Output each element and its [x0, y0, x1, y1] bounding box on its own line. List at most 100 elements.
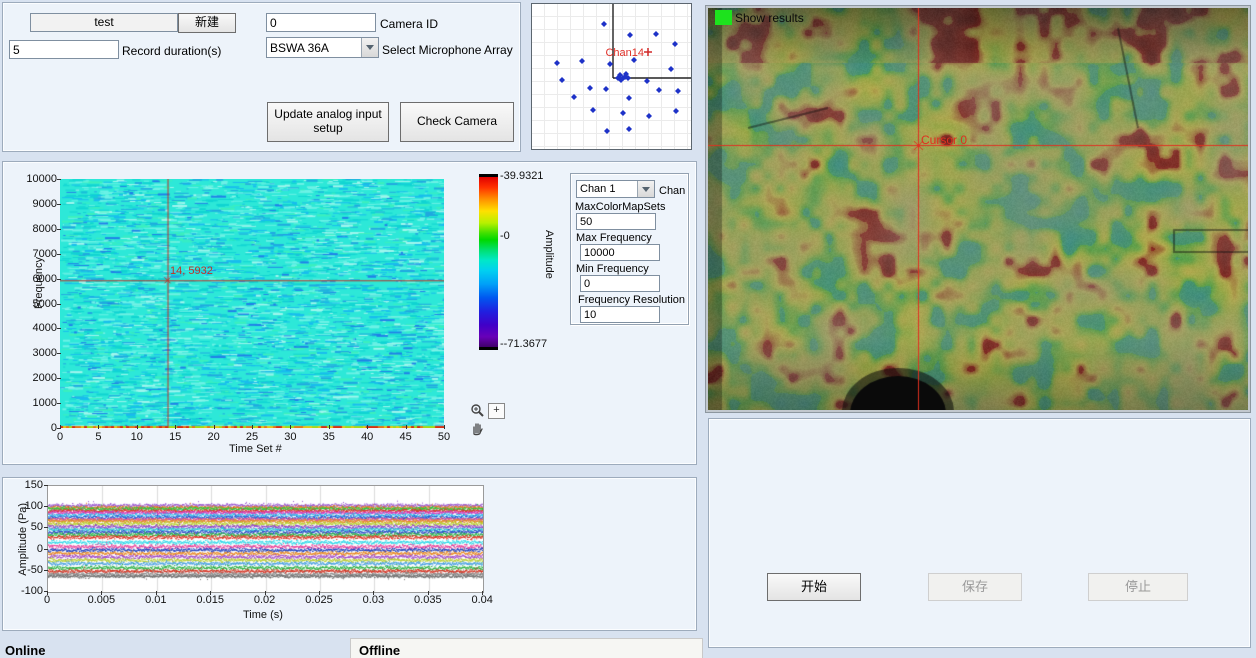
acquisition-settings-panel: test 新建 Record duration(s) Camera ID BSW… — [2, 2, 521, 152]
mic-array-chan-label: Chan14 — [605, 47, 644, 59]
show-results-label: Show results — [735, 11, 804, 25]
axis-tick-mark — [137, 425, 138, 429]
colorbar-min-label: --71.3677 — [500, 338, 547, 350]
record-duration-label: Record duration(s) — [122, 44, 221, 58]
camera-view[interactable]: Show results Cursor 0 — [708, 8, 1248, 410]
axis-tick-label: 9000 — [11, 198, 57, 210]
stop-button[interactable]: 停止 — [1088, 573, 1188, 601]
spectrogram-panel: Frequency 14, 5932 Time Set # -39.9321 -… — [2, 161, 697, 465]
max-frequency-input[interactable] — [580, 244, 660, 261]
waveform-panel: Amplitude (Pa) Time (s) 150100500-50-100… — [2, 477, 697, 631]
axis-tick-mark — [101, 591, 102, 595]
offline-status-label: Offline — [359, 643, 400, 658]
axis-tick-mark — [444, 425, 445, 429]
chan-selected-value: Chan 1 — [577, 182, 637, 196]
axis-tick-mark — [44, 549, 48, 550]
axis-tick-mark — [210, 591, 211, 595]
offline-status-strip: Offline — [350, 638, 703, 658]
colorbar-mid-label: -0 — [500, 230, 510, 242]
chevron-down-icon[interactable] — [361, 38, 378, 57]
waveform-canvas[interactable] — [47, 485, 484, 593]
axis-tick-label: 5 — [84, 431, 112, 443]
axis-tick-mark — [57, 378, 61, 379]
axis-tick-label: 5000 — [11, 298, 57, 310]
axis-tick-label: 30 — [276, 431, 304, 443]
axis-tick-label: 4000 — [11, 322, 57, 334]
waveform-xlabel: Time (s) — [243, 609, 283, 621]
frequency-resolution-label: Frequency Resolution — [578, 294, 685, 306]
axis-tick-label: 15 — [161, 431, 189, 443]
axis-tick-label: 0.04 — [464, 594, 500, 606]
axis-tick-mark — [214, 425, 215, 429]
axis-tick-label: 50 — [7, 521, 43, 533]
axis-tick-mark — [252, 425, 253, 429]
axis-tick-label: 0 — [29, 594, 65, 606]
axis-tick-mark — [57, 353, 61, 354]
spectrogram-xlabel: Time Set # — [229, 443, 282, 455]
axis-tick-mark — [47, 591, 48, 595]
axis-tick-label: 100 — [7, 500, 43, 512]
save-button[interactable]: 保存 — [928, 573, 1022, 601]
axis-tick-mark — [57, 328, 61, 329]
camera-id-label: Camera ID — [380, 17, 438, 31]
check-camera-button[interactable]: Check Camera — [400, 102, 514, 142]
display-settings-cluster: Chan 1 Chan MaxColorMapSets Max Frequenc… — [570, 173, 689, 325]
cursor-tool-icon[interactable]: + — [488, 403, 505, 419]
axis-tick-mark — [319, 591, 320, 595]
zoom-tool-icon[interactable] — [470, 403, 485, 423]
axis-tick-label: 0.025 — [301, 594, 337, 606]
axis-tick-mark — [44, 527, 48, 528]
axis-tick-label: 0.02 — [247, 594, 283, 606]
axis-tick-label: 35 — [315, 431, 343, 443]
min-frequency-label: Min Frequency — [576, 263, 649, 275]
maxcolormapsets-input[interactable] — [576, 213, 656, 230]
axis-tick-label: 6000 — [11, 273, 57, 285]
axis-tick-mark — [44, 506, 48, 507]
camera-id-input[interactable] — [266, 13, 376, 32]
axis-tick-label: 40 — [353, 431, 381, 443]
mic-array-label: Select Microphone Array — [382, 43, 513, 57]
axis-tick-label: 150 — [7, 479, 43, 491]
maxcolormapsets-label: MaxColorMapSets — [575, 201, 665, 213]
mic-array-select[interactable]: BSWA 36A — [266, 37, 379, 58]
min-frequency-input[interactable] — [580, 275, 660, 292]
axis-tick-label: 1000 — [11, 397, 57, 409]
chan-select[interactable]: Chan 1 — [576, 180, 655, 198]
axis-tick-mark — [367, 425, 368, 429]
axis-tick-label: 2000 — [11, 372, 57, 384]
acoustic-map-canvas[interactable] — [708, 8, 1248, 410]
axis-tick-mark — [60, 425, 61, 429]
show-results-indicator[interactable] — [715, 10, 732, 25]
axis-tick-mark — [175, 425, 176, 429]
chevron-down-icon[interactable] — [637, 181, 654, 197]
update-analog-input-button[interactable]: Update analog input setup — [267, 102, 389, 142]
pan-tool-icon[interactable] — [470, 421, 485, 441]
mic-array-selected-value: BSWA 36A — [267, 40, 361, 56]
axis-tick-mark — [57, 403, 61, 404]
axis-tick-mark — [329, 425, 330, 429]
camera-view-frame: Show results Cursor 0 — [705, 5, 1251, 413]
colorbar-title: Amplitude — [543, 230, 555, 279]
amplitude-colorbar — [479, 174, 498, 350]
axis-tick-label: 0.015 — [192, 594, 228, 606]
axis-tick-mark — [98, 425, 99, 429]
test-name-field[interactable]: test — [30, 13, 178, 32]
colorbar-max-label: -39.9321 — [500, 170, 543, 182]
axis-tick-label: 3000 — [11, 347, 57, 359]
axis-tick-mark — [57, 179, 61, 180]
frequency-resolution-input[interactable] — [580, 306, 660, 323]
axis-tick-mark — [428, 591, 429, 595]
axis-tick-mark — [44, 570, 48, 571]
axis-tick-label: 20 — [200, 431, 228, 443]
axis-tick-mark — [44, 485, 48, 486]
axis-tick-mark — [290, 425, 291, 429]
mic-array-plot[interactable]: Chan14 — [531, 3, 692, 150]
axis-tick-label: 0.03 — [355, 594, 391, 606]
axis-tick-mark — [57, 279, 61, 280]
axis-tick-mark — [57, 229, 61, 230]
record-duration-input[interactable] — [9, 40, 119, 59]
new-button[interactable]: 新建 — [178, 13, 236, 33]
spectrogram-canvas[interactable] — [60, 179, 444, 428]
actions-panel: 开始 保存 停止 — [708, 418, 1251, 648]
start-button[interactable]: 开始 — [767, 573, 861, 601]
